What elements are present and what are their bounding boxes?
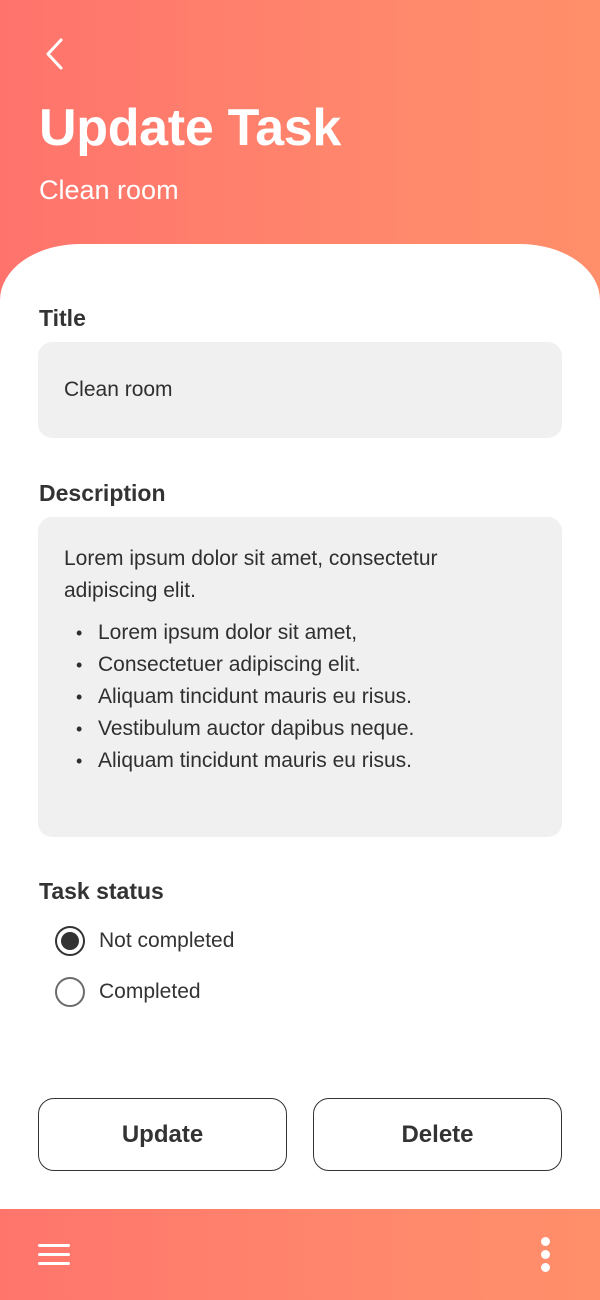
list-item-text: Lorem ipsum dolor sit amet,	[98, 621, 358, 644]
list-item: • Consectetuer adipiscing elit.	[64, 649, 536, 681]
status-option-completed[interactable]: Completed	[55, 977, 201, 1007]
description-textarea[interactable]: Lorem ipsum dolor sit amet, consectetur …	[38, 517, 562, 837]
bullet-icon: •	[76, 751, 83, 771]
page-subtitle: Clean room	[39, 175, 179, 205]
title-input-value: Clean room	[64, 378, 173, 401]
list-item: • Aliquam tincidunt mauris eu risus.	[64, 745, 536, 777]
list-item-text: Consectetuer adipiscing elit.	[98, 653, 361, 676]
description-label: Description	[39, 480, 166, 506]
radio-dot-icon	[61, 932, 79, 950]
radio-button-unchecked[interactable]	[55, 977, 85, 1007]
bullet-icon: •	[76, 623, 83, 643]
title-label: Title	[39, 305, 86, 331]
update-button[interactable]: Update	[38, 1098, 287, 1171]
delete-button[interactable]: Delete	[313, 1098, 562, 1171]
status-label: Task status	[39, 878, 164, 904]
chevron-left-icon	[46, 38, 63, 70]
bottom-app-bar	[0, 1209, 600, 1300]
list-item: • Vestibulum auctor dapibus neque.	[64, 713, 536, 745]
description-list: • Lorem ipsum dolor sit amet, • Consectetu…	[64, 617, 536, 777]
status-option-not-completed[interactable]: Not completed	[55, 926, 234, 956]
radio-button-checked[interactable]	[55, 926, 85, 956]
title-input[interactable]: Clean room	[38, 342, 562, 438]
list-item-text: Vestibulum auctor dapibus neque.	[98, 717, 415, 740]
status-option-label: Not completed	[99, 929, 235, 952]
status-option-label: Completed	[99, 980, 201, 1003]
bullet-icon: •	[76, 719, 83, 739]
bullet-icon: •	[76, 687, 83, 707]
more-vertical-icon[interactable]	[536, 1235, 556, 1273]
list-item-text: Aliquam tincidunt mauris eu risus.	[98, 685, 412, 708]
list-item-text: Aliquam tincidunt mauris eu risus.	[98, 749, 412, 772]
hamburger-menu-icon[interactable]	[38, 1239, 72, 1269]
back-button[interactable]	[36, 34, 72, 74]
list-item: • Lorem ipsum dolor sit amet,	[64, 617, 536, 649]
bullet-icon: •	[76, 655, 83, 675]
description-intro: Lorem ipsum dolor sit amet, consectetur …	[64, 547, 438, 602]
list-item: • Aliquam tincidunt mauris eu risus.	[64, 681, 536, 713]
page-title: Update Task	[39, 99, 342, 157]
